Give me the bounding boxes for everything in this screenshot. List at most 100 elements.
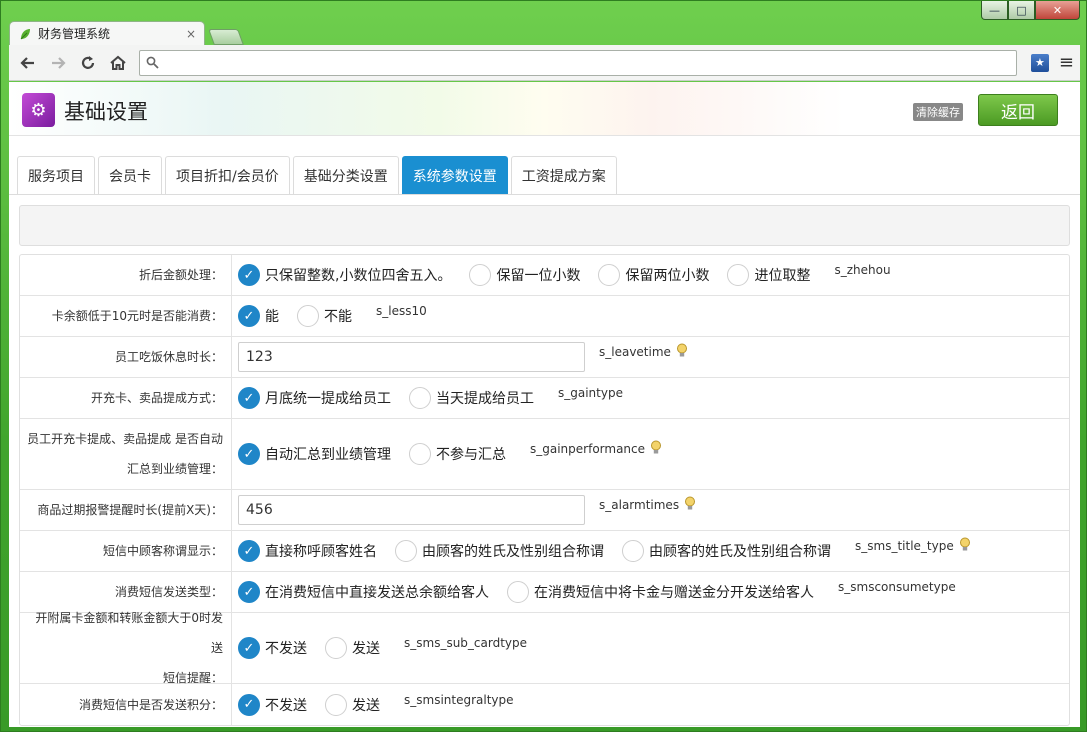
radio-option[interactable]: ✓ 直接称呼顾客姓名 — [238, 540, 377, 562]
minimize-button[interactable]: — — [981, 1, 1008, 20]
radio-option[interactable]: 进位取整 — [727, 264, 810, 286]
option-label: 在消费短信中将卡金与赠送金分开发送给客人 — [534, 585, 814, 601]
reload-icon[interactable] — [75, 50, 101, 76]
radio-option[interactable]: 在消费短信中将卡金与赠送金分开发送给客人 — [507, 581, 814, 603]
back-arrow-icon[interactable] — [15, 50, 41, 76]
option-label: 不参与汇总 — [436, 447, 506, 463]
param-code: s_smsconsumetype — [838, 580, 956, 594]
tab-close-icon[interactable]: × — [186, 27, 196, 41]
tab-system-params[interactable]: 系统参数设置 — [401, 156, 508, 195]
radio-option[interactable]: 由顾客的姓氏及性别组合称谓 — [395, 540, 604, 562]
radio-option[interactable]: 由顾客的姓氏及性别组合称谓 — [622, 540, 831, 562]
radio-option[interactable]: ✓ 自动汇总到业绩管理 — [238, 443, 391, 465]
radio-option[interactable]: 不参与汇总 — [409, 443, 506, 465]
radio-option[interactable]: 当天提成给员工 — [409, 387, 534, 409]
setting-label: 短信中顾客称谓显示： — [20, 531, 232, 571]
lightbulb-icon[interactable] — [676, 343, 688, 358]
radio-option[interactable]: 保留一位小数 — [469, 264, 580, 286]
param-code: s_gaintype — [558, 386, 623, 400]
radio-checked-icon[interactable]: ✓ — [238, 443, 260, 465]
setting-row-leavetime: 员工吃饭休息时长： s_leavetime — [20, 337, 1069, 378]
back-button[interactable]: 返回 — [978, 94, 1058, 126]
option-label: 不能 — [324, 309, 352, 325]
page-content: ⚙ 基础设置 清除缓存 返回 服务项目 会员卡 项目折扣/会员价 基础分类设置 … — [9, 82, 1080, 727]
setting-label-line2: 汇总到业绩管理： — [126, 462, 223, 476]
radio-option[interactable]: ✓ 月底统一提成给员工 — [238, 387, 391, 409]
radio-unchecked-icon[interactable] — [507, 581, 529, 603]
tab-member-card[interactable]: 会员卡 — [98, 156, 162, 195]
radio-option[interactable]: ✓ 不发送 — [238, 637, 307, 659]
radio-option[interactable]: 发送 — [325, 693, 380, 716]
bookmark-icon[interactable]: ★ — [1030, 53, 1049, 72]
radio-unchecked-icon[interactable] — [297, 305, 319, 327]
lightbulb-icon[interactable] — [959, 537, 971, 552]
address-input[interactable] — [165, 55, 1010, 70]
tab-basic-category[interactable]: 基础分类设置 — [292, 156, 399, 195]
option-label: 进位取整 — [754, 268, 811, 284]
address-bar[interactable] — [139, 49, 1017, 76]
forward-arrow-icon[interactable] — [45, 50, 71, 76]
radio-unchecked-icon[interactable] — [325, 637, 347, 659]
setting-row-zhehou: 折后金额处理： ✓ 只保留整数,小数位四舍五入。 保留一位小数 保留两位小数 进位… — [20, 255, 1069, 296]
radio-option[interactable]: ✓ 只保留整数,小数位四舍五入。 — [238, 264, 451, 286]
option-label: 自动汇总到业绩管理 — [265, 447, 391, 463]
option-label: 当天提成给员工 — [436, 391, 534, 407]
radio-checked-icon[interactable]: ✓ — [238, 305, 260, 327]
maximize-button[interactable]: □ — [1008, 1, 1035, 20]
setting-row-less10: 卡余额低于10元时是否能消费： ✓ 能 不能 s_less10 — [20, 296, 1069, 337]
option-label: 发送 — [352, 641, 380, 657]
param-code: s_sms_title_type — [855, 539, 954, 553]
close-window-button[interactable]: ✕ — [1035, 1, 1080, 20]
radio-unchecked-icon[interactable] — [622, 540, 644, 562]
radio-option[interactable]: ✓ 能 — [238, 305, 279, 327]
radio-option[interactable]: ✓ 在消费短信中直接发送总余额给客人 — [238, 581, 489, 603]
radio-option[interactable]: 保留两位小数 — [598, 264, 709, 286]
window-controls: — □ ✕ — [981, 1, 1080, 20]
radio-checked-icon[interactable]: ✓ — [238, 540, 260, 562]
param-code: s_leavetime — [599, 345, 671, 359]
browser-tab[interactable]: 财务管理系统 × — [9, 21, 205, 45]
radio-checked-icon[interactable]: ✓ — [238, 581, 260, 603]
setting-label: 员工开充卡提成、卖品提成 是否自动 汇总到业绩管理： — [20, 419, 232, 489]
radio-unchecked-icon[interactable] — [409, 443, 431, 465]
param-code: s_sms_sub_cardtype — [404, 636, 528, 650]
radio-checked-icon[interactable]: ✓ — [238, 637, 260, 659]
option-label: 能 — [265, 309, 279, 325]
alarmtimes-input[interactable] — [238, 495, 585, 525]
home-icon[interactable] — [105, 50, 131, 76]
radio-checked-icon[interactable]: ✓ — [238, 693, 260, 716]
browser-tabstrip: 财务管理系统 × — [9, 21, 244, 45]
setting-label: 员工吃饭休息时长： — [20, 337, 232, 377]
new-tab-button[interactable] — [208, 29, 244, 45]
option-label: 发送 — [352, 697, 380, 714]
radio-unchecked-icon[interactable] — [325, 693, 347, 716]
param-code: s_gainperformance — [530, 442, 646, 456]
tab-service-items[interactable]: 服务项目 — [17, 156, 95, 195]
radio-unchecked-icon[interactable] — [727, 264, 750, 286]
menu-icon[interactable]: ≡ — [1059, 52, 1074, 73]
option-label: 在消费短信中直接发送总余额给客人 — [265, 585, 489, 601]
radio-unchecked-icon[interactable] — [409, 387, 431, 409]
radio-checked-icon[interactable]: ✓ — [238, 387, 260, 409]
clear-cache-button[interactable]: 清除缓存 — [913, 103, 963, 121]
radio-option[interactable]: 发送 — [325, 637, 380, 659]
radio-unchecked-icon[interactable] — [469, 264, 492, 286]
setting-row-gainperformance: 员工开充卡提成、卖品提成 是否自动 汇总到业绩管理： ✓ 自动汇总到业绩管理 不参… — [20, 419, 1069, 490]
leavetime-input[interactable] — [238, 342, 585, 372]
radio-option[interactable]: ✓ 不发送 — [238, 693, 307, 716]
option-label: 只保留整数,小数位四舍五入。 — [265, 268, 452, 284]
tab-discount-member-price[interactable]: 项目折扣/会员价 — [165, 156, 290, 195]
option-label: 不发送 — [265, 697, 307, 714]
page-header: ⚙ 基础设置 清除缓存 返回 — [9, 82, 1080, 136]
setting-label: 卡余额低于10元时是否能消费： — [20, 296, 232, 336]
param-code: s_zhehou — [834, 263, 891, 277]
tab-salary-commission[interactable]: 工资提成方案 — [510, 156, 617, 195]
option-label: 不发送 — [265, 641, 307, 657]
lightbulb-icon[interactable] — [650, 440, 662, 455]
param-code: s_alarmtimes — [599, 498, 680, 512]
lightbulb-icon[interactable] — [684, 496, 696, 511]
radio-unchecked-icon[interactable] — [395, 540, 417, 562]
radio-unchecked-icon[interactable] — [598, 264, 621, 286]
radio-option[interactable]: 不能 — [297, 305, 352, 327]
radio-checked-icon[interactable]: ✓ — [238, 264, 260, 286]
